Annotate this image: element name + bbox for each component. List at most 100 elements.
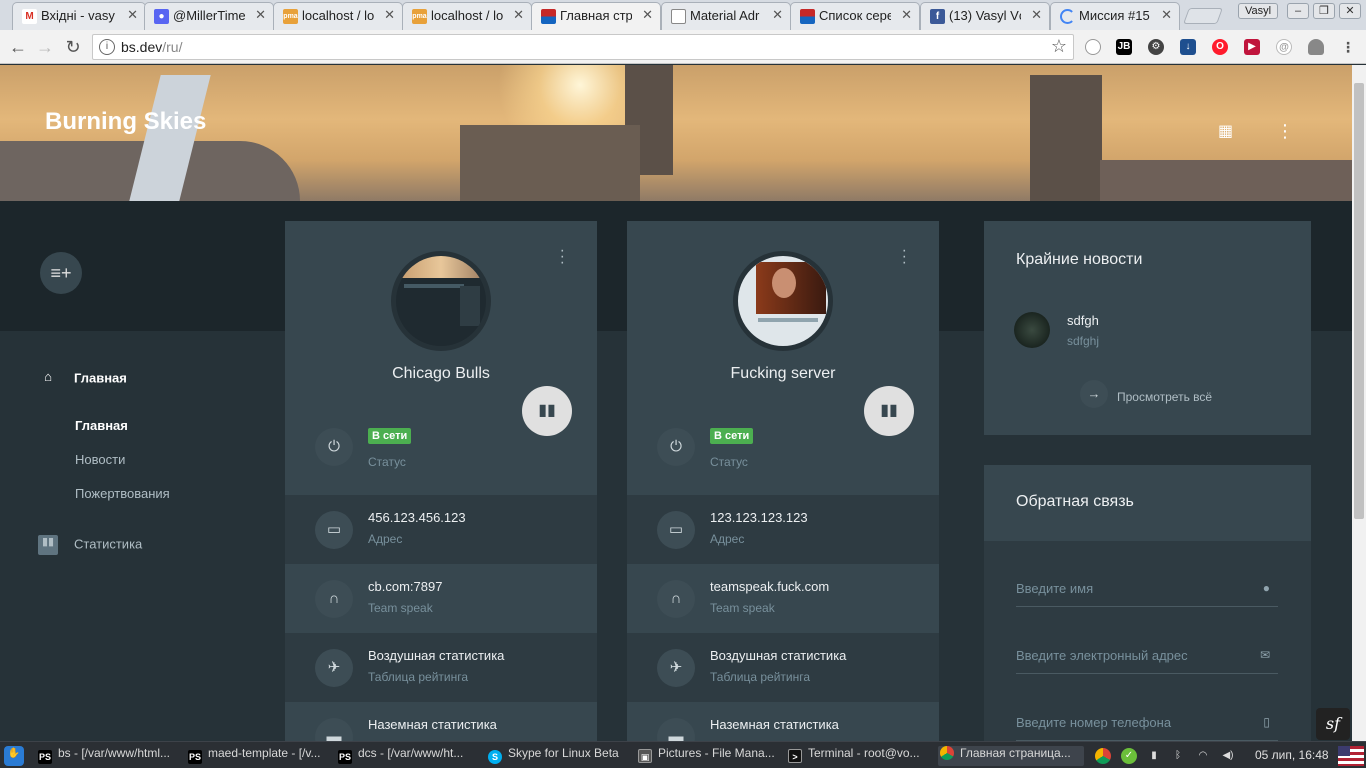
more-vert-icon[interactable]: ⋮ — [1276, 121, 1294, 142]
restore-button[interactable]: ❐ — [1313, 3, 1335, 19]
opera-icon[interactable]: O — [1212, 39, 1228, 55]
address-bar[interactable]: i bs.dev/ru/ ☆ — [92, 34, 1074, 60]
taskbar-item[interactable]: > Terminal - root@vo... — [788, 746, 930, 766]
browser-tab[interactable]: ● @MillerTime ✕ — [144, 2, 274, 30]
battery-icon[interactable]: ▮ — [1146, 748, 1162, 764]
close-tab-icon[interactable]: ✕ — [127, 7, 138, 23]
air-stats-title: Воздушная статистика — [368, 648, 505, 663]
close-tab-icon[interactable]: ✕ — [642, 7, 653, 23]
close-window-button[interactable]: ✕ — [1339, 3, 1361, 19]
sidebar-item-home[interactable]: ⌂ Главная — [38, 369, 127, 389]
phpstorm-icon: PS — [188, 750, 202, 764]
info-icon[interactable]: i — [99, 39, 115, 55]
sidebar-item-stats[interactable]: ▮▮ Статистика — [38, 535, 142, 555]
start-menu-icon[interactable]: ✋ — [4, 746, 24, 766]
chrome-tray-icon[interactable] — [1095, 748, 1111, 764]
scrollbar-thumb[interactable] — [1354, 83, 1364, 519]
teamspeak-address[interactable]: teamspeak.fuck.com — [710, 579, 829, 594]
menu-icon[interactable]: ⋮ — [1340, 39, 1356, 55]
sidebar-subitem-news[interactable]: Новости — [75, 452, 125, 467]
playlist-add-button[interactable]: ≡+ — [40, 252, 82, 294]
browser-tab[interactable]: Список сере ✕ — [790, 2, 920, 30]
sidebar-subitem-donations[interactable]: Пожертвования — [75, 486, 170, 501]
page-scrollbar[interactable] — [1352, 65, 1366, 741]
taskbar-item[interactable]: PS bs - [/var/www/html... — [38, 746, 180, 766]
media-icon[interactable]: ▶ — [1244, 39, 1260, 55]
extension-icon[interactable] — [1085, 39, 1101, 55]
reload-icon[interactable]: ↻ — [61, 35, 85, 59]
at-icon[interactable]: @ — [1276, 39, 1292, 55]
tower-image — [1030, 75, 1102, 201]
taskbar-item[interactable]: PS dcs - [/var/www/ht... — [338, 746, 480, 766]
news-thumbnail[interactable] — [1014, 312, 1050, 348]
apps-grid-icon[interactable]: ▦ — [1218, 121, 1233, 141]
browser-tab[interactable]: pma localhost / lo ✕ — [402, 2, 532, 30]
air-stats-label: Таблица рейтинга — [368, 670, 469, 684]
air-stats-label: Таблица рейтинга — [710, 670, 811, 684]
address-row: ▭ 123.123.123.123 Адрес — [627, 495, 939, 564]
close-tab-icon[interactable]: ✕ — [1031, 7, 1042, 23]
symfony-toolbar-icon[interactable]: sf — [1316, 708, 1350, 740]
close-tab-icon[interactable]: ✕ — [1161, 7, 1172, 23]
air-stats-row[interactable]: ✈ Воздушная статистика Таблица рейтинга — [285, 633, 597, 702]
phpstorm-icon: PS — [38, 750, 52, 764]
browser-tab[interactable]: f (13) Vasyl Vc ✕ — [920, 2, 1050, 30]
new-tab-button[interactable] — [1183, 8, 1223, 24]
clock[interactable]: 05 лип, 16:48 — [1255, 748, 1329, 762]
teamspeak-address[interactable]: cb.com:7897 — [368, 579, 442, 594]
hero-banner: Burning Skies ▦ ⋮ — [0, 65, 1352, 201]
news-item-title[interactable]: sdfgh — [1067, 313, 1099, 328]
close-tab-icon[interactable]: ✕ — [255, 7, 266, 23]
checkmark-tray-icon[interactable]: ✓ — [1121, 748, 1137, 764]
back-icon[interactable]: ← — [6, 35, 30, 59]
taskbar-item-active[interactable]: Главная страница... — [938, 746, 1084, 766]
terminal-icon: > — [788, 749, 802, 763]
close-tab-icon[interactable]: ✕ — [513, 7, 524, 23]
mail-icon: ✉ — [1259, 648, 1270, 662]
arrow-forward-icon[interactable]: → — [1080, 380, 1108, 408]
browser-tab-active[interactable]: Главная стр ✕ — [531, 2, 661, 30]
name-field[interactable]: Введите имя ● — [1016, 577, 1278, 607]
close-tab-icon[interactable]: ✕ — [384, 7, 395, 23]
forward-icon[interactable]: → — [33, 35, 57, 59]
server-address[interactable]: 123.123.123.123 — [710, 510, 808, 525]
home-icon: ⌂ — [44, 369, 52, 384]
bluetooth-icon[interactable]: ᛒ — [1170, 748, 1186, 764]
browser-tab[interactable]: M Вхідні - vasy ✕ — [12, 2, 146, 30]
taskbar-item[interactable]: ▣ Pictures - File Mana... — [638, 746, 780, 766]
phone-field[interactable]: Введите номер телефона ▯ — [1016, 711, 1278, 741]
taskbar-item[interactable]: S Skype for Linux Beta — [488, 746, 630, 766]
profile-button[interactable]: Vasyl — [1238, 3, 1278, 19]
server-avatar — [391, 251, 491, 351]
site-flag-icon — [800, 9, 815, 24]
ground-stats-row[interactable]: ▬ Наземная статистика — [285, 702, 597, 741]
user-icon[interactable] — [1308, 39, 1324, 55]
minimize-button[interactable]: – — [1287, 3, 1309, 19]
gear-icon[interactable]: ⚙ — [1148, 39, 1164, 55]
teamspeak-row: ∩ cb.com:7897 Team speak — [285, 564, 597, 633]
bookmark-star-icon[interactable]: ☆ — [1051, 36, 1067, 57]
us-flag-icon[interactable] — [1338, 746, 1364, 766]
airplane-icon: ✈ — [657, 649, 695, 687]
more-vert-icon[interactable]: · · · — [560, 243, 565, 271]
server-address[interactable]: 456.123.456.123 — [368, 510, 466, 525]
browser-tab[interactable]: Material Adr ✕ — [661, 2, 791, 30]
taskbar-item[interactable]: PS maed-template - [/v... — [188, 746, 330, 766]
jetbrains-icon[interactable]: JB — [1116, 39, 1132, 55]
browser-tab[interactable]: pma localhost / lo ✕ — [273, 2, 403, 30]
sidebar-subitem-home[interactable]: Главная — [75, 418, 128, 433]
browser-tab[interactable]: Миссия #15 ✕ — [1050, 2, 1180, 30]
close-tab-icon[interactable]: ✕ — [901, 7, 912, 23]
close-tab-icon[interactable]: ✕ — [772, 7, 783, 23]
more-vert-icon[interactable]: · · · — [902, 243, 907, 271]
download-icon[interactable]: ↓ — [1180, 39, 1196, 55]
wifi-icon[interactable]: ◠ — [1195, 748, 1211, 764]
view-all-link[interactable]: Просмотреть всё — [1117, 390, 1212, 404]
email-field[interactable]: Введите электронный адрес ✉ — [1016, 644, 1278, 674]
phone-placeholder: Введите номер телефона — [1016, 715, 1172, 730]
air-stats-row[interactable]: ✈ Воздушная статистика Таблица рейтинга — [627, 633, 939, 702]
terminal-building-image — [460, 125, 640, 201]
volume-icon[interactable]: ◀) — [1220, 748, 1236, 764]
ground-stats-row[interactable]: ▬ Наземная статистика — [627, 702, 939, 741]
site-title[interactable]: Burning Skies — [45, 108, 206, 136]
